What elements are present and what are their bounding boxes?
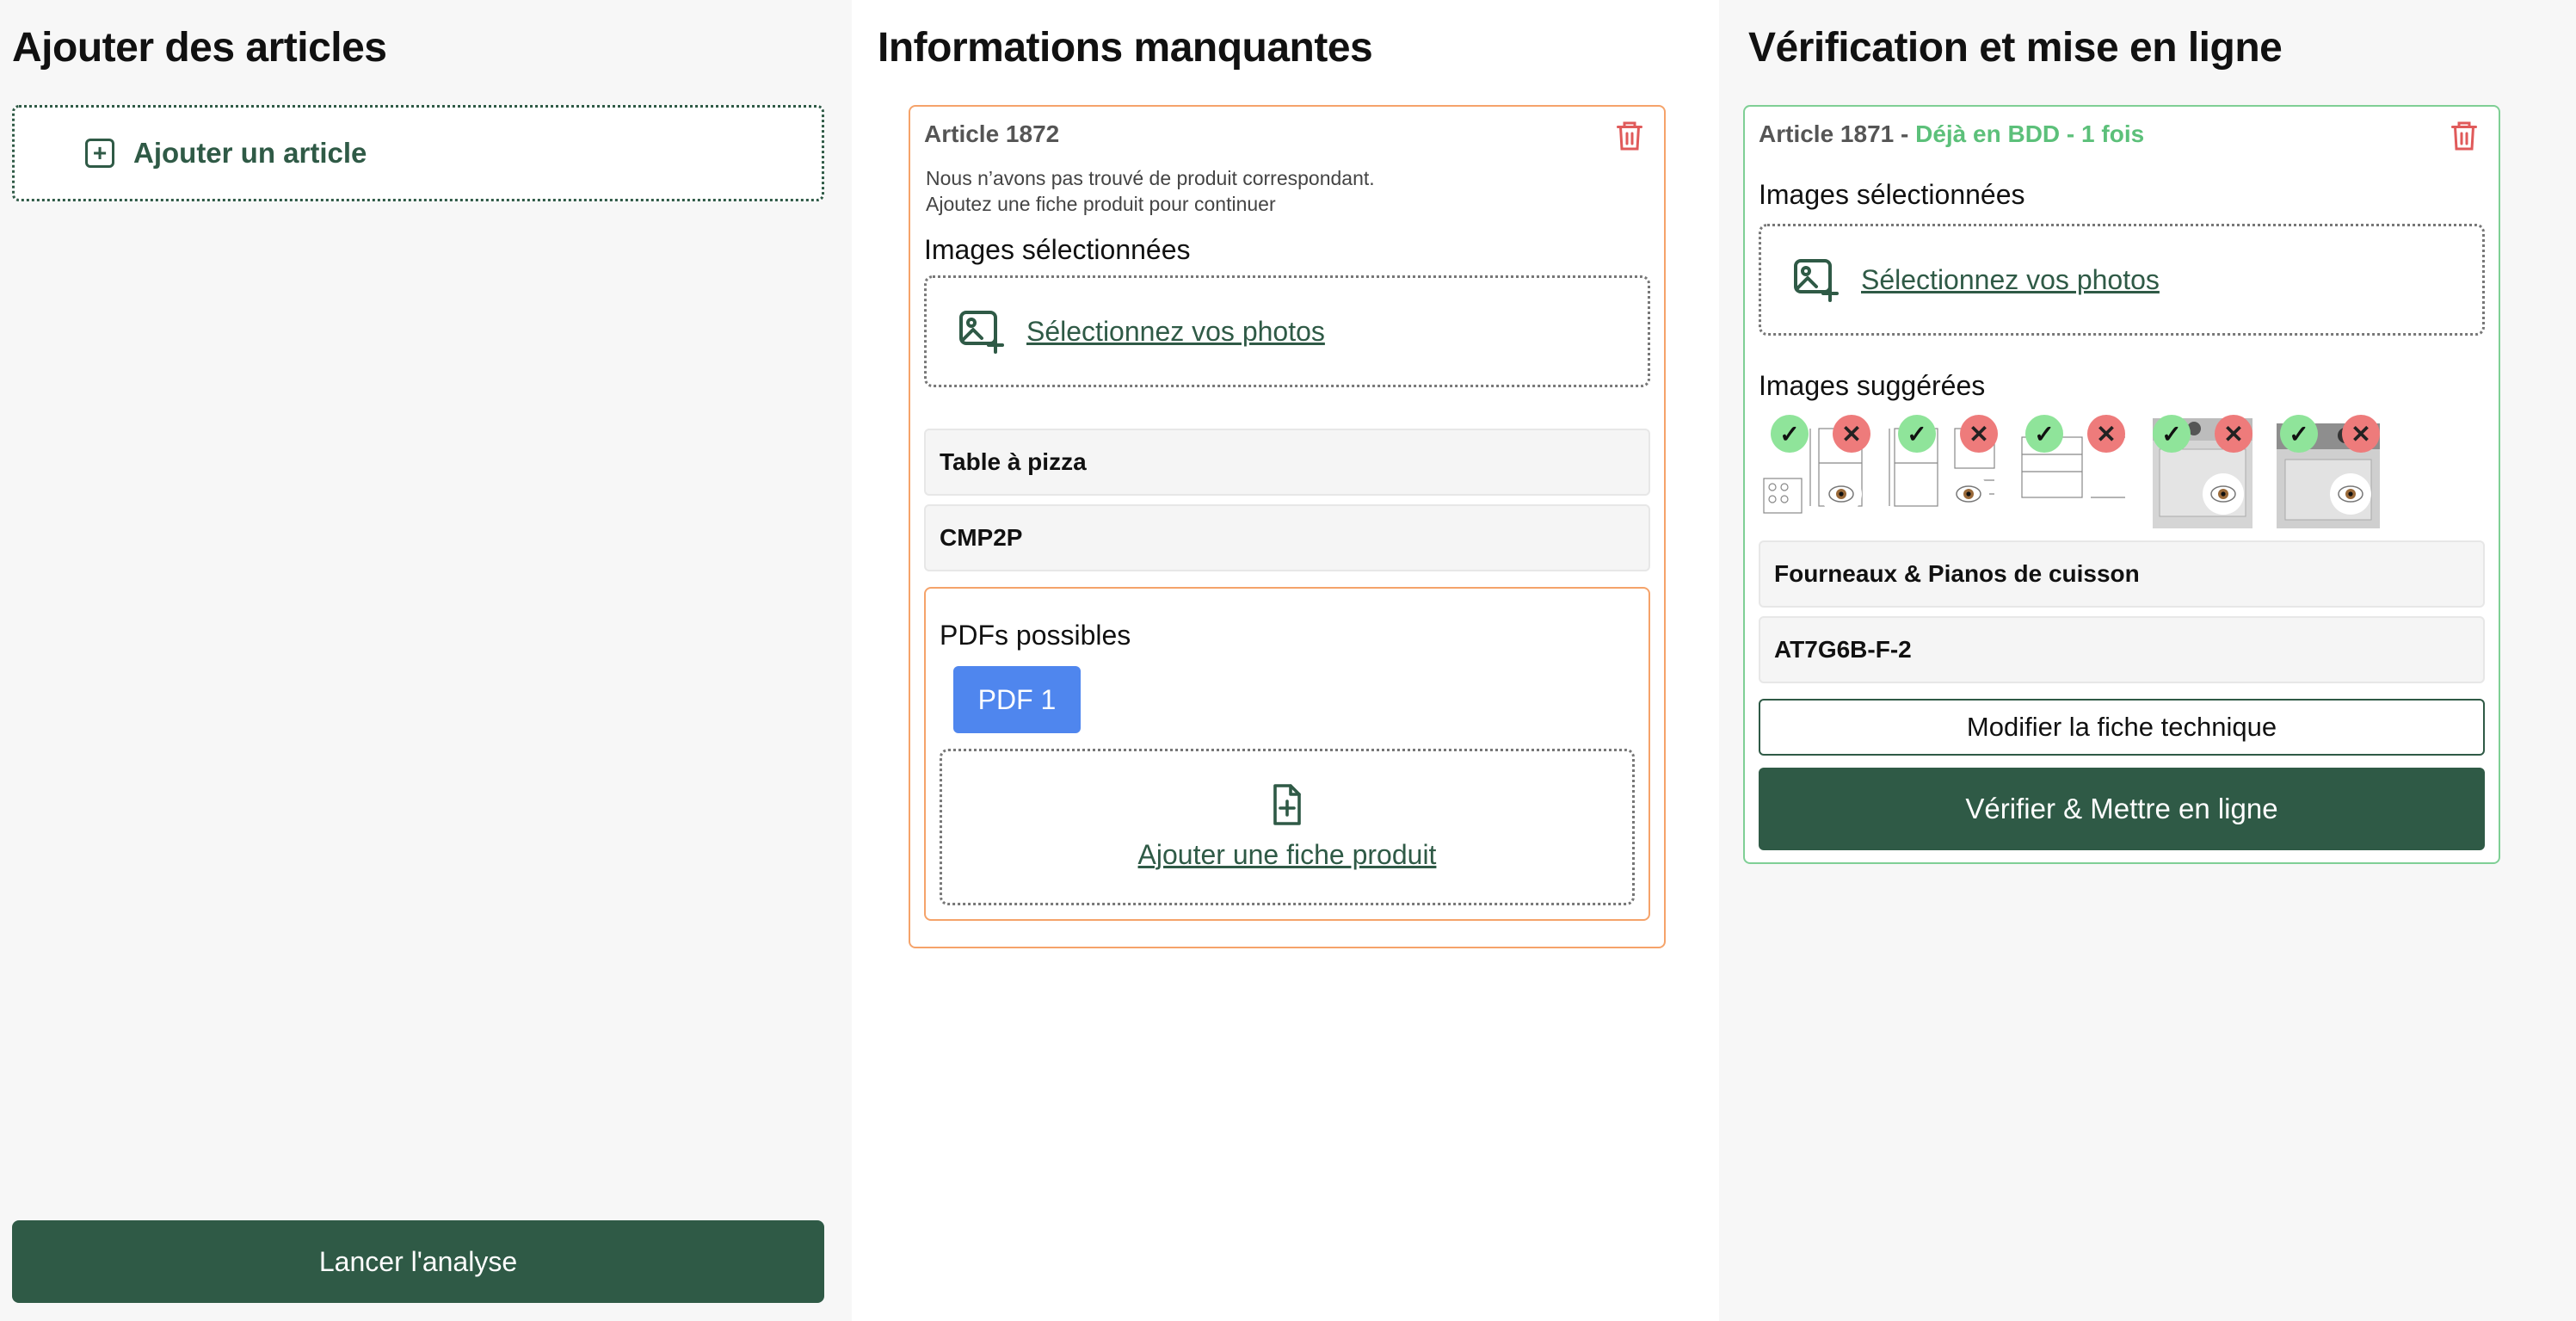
eye-icon[interactable] [1821, 473, 1862, 515]
article-card-1872: Article 1872 Nous n’avons pas trouvé de … [909, 105, 1666, 948]
possible-pdfs-box: PDFs possibles PDF 1 Ajouter une fiche p… [924, 587, 1650, 921]
trash-icon[interactable] [2449, 119, 2480, 153]
add-articles-title: Ajouter des articles [12, 25, 387, 71]
article-card-header: Article 1872 [924, 120, 1060, 147]
reject-x-icon[interactable]: ✕ [2215, 415, 2252, 453]
select-photos-link[interactable]: Sélectionnez vos photos [1026, 316, 1325, 348]
already-in-db-status: Déjà en BDD - 1 fois [1915, 120, 2145, 147]
missing-info-title: Informations manquantes [878, 25, 1373, 71]
plus-square-icon: + [85, 139, 114, 168]
accept-check-icon[interactable]: ✓ [1771, 415, 1809, 453]
reject-x-icon[interactable]: ✕ [1833, 415, 1870, 453]
notice-line-2: Ajoutez une fiche produit pour continuer [926, 193, 1276, 215]
verify-publish-title: Vérification et mise en ligne [1748, 25, 2283, 71]
add-article-label: Ajouter un article [133, 137, 367, 169]
add-image-icon [959, 311, 1004, 354]
selected-images-label: Images sélectionnées [924, 234, 1191, 265]
missing-info-column: Informations manquantes Article 1872 Nou… [852, 0, 1719, 1321]
select-photos-dropzone[interactable]: Sélectionnez vos photos [924, 275, 1650, 387]
verify-publish-column: Vérification et mise en ligne Article 18… [1719, 0, 2576, 1321]
possible-pdfs-label: PDFs possibles [940, 620, 1131, 651]
article-card-header: Article 1871 - Déjà en BDD - 1 fois [1759, 120, 2144, 148]
suggested-image[interactable]: ✓ ✕ [2013, 411, 2137, 528]
no-match-notice: Nous n’avons pas trouvé de produit corre… [926, 165, 1375, 217]
product-reference-field[interactable]: CMP2P [924, 504, 1650, 571]
trash-icon[interactable] [1614, 119, 1645, 153]
product-name-field[interactable]: Table à pizza [924, 429, 1650, 496]
add-product-sheet-dropzone[interactable]: Ajouter une fiche produit [940, 749, 1635, 905]
accept-check-icon[interactable]: ✓ [1898, 415, 1936, 453]
workflow-columns: Ajouter des articles + Ajouter un articl… [0, 0, 2576, 1321]
suggested-image[interactable]: ✓ ✕ [1886, 411, 2010, 528]
accept-check-icon[interactable]: ✓ [2280, 415, 2318, 453]
accept-check-icon[interactable]: ✓ [2153, 415, 2191, 453]
suggested-image[interactable]: ✓ ✕ [2141, 411, 2265, 528]
notice-line-1: Nous n’avons pas trouvé de produit corre… [926, 167, 1375, 189]
accept-check-icon[interactable]: ✓ [2025, 415, 2063, 453]
eye-icon[interactable] [1948, 473, 1989, 515]
add-article-button[interactable]: + Ajouter un article [12, 105, 824, 201]
launch-analysis-button[interactable]: Lancer l'analyse [12, 1220, 824, 1303]
reject-x-icon[interactable]: ✕ [2087, 415, 2125, 453]
reject-x-icon[interactable]: ✕ [1960, 415, 1998, 453]
reject-x-icon[interactable]: ✕ [2342, 415, 2380, 453]
add-image-icon [1794, 259, 1839, 302]
product-reference-field[interactable]: AT7G6B-F-2 [1759, 616, 2485, 683]
suggested-images-label: Images suggérées [1759, 370, 1986, 401]
eye-icon[interactable] [2330, 473, 2371, 515]
article-card-1871: Article 1871 - Déjà en BDD - 1 fois Imag… [1743, 105, 2500, 864]
article-number: Article 1871 - [1759, 120, 1916, 147]
suggested-images-list: ✓ ✕ ✓ ✕ ✓ ✕ ✓ ✕ ✓ ✕ [1759, 411, 2392, 528]
suggested-image[interactable]: ✓ ✕ [2268, 411, 2392, 528]
select-photos-dropzone[interactable]: Sélectionnez vos photos [1759, 224, 2485, 336]
file-plus-icon [1273, 783, 1301, 825]
suggested-image[interactable]: ✓ ✕ [1759, 411, 1883, 528]
add-product-sheet-link[interactable]: Ajouter une fiche produit [1138, 839, 1437, 871]
eye-icon[interactable] [2203, 473, 2244, 515]
add-articles-column: Ajouter des articles + Ajouter un articl… [0, 0, 852, 1321]
pdf-1-button[interactable]: PDF 1 [953, 666, 1081, 733]
product-category-field[interactable]: Fourneaux & Pianos de cuisson [1759, 540, 2485, 608]
edit-technical-sheet-button[interactable]: Modifier la fiche technique [1759, 699, 2485, 756]
select-photos-link[interactable]: Sélectionnez vos photos [1861, 264, 2160, 296]
selected-images-label: Images sélectionnées [1759, 179, 2025, 210]
verify-publish-button[interactable]: Vérifier & Mettre en ligne [1759, 768, 2485, 850]
